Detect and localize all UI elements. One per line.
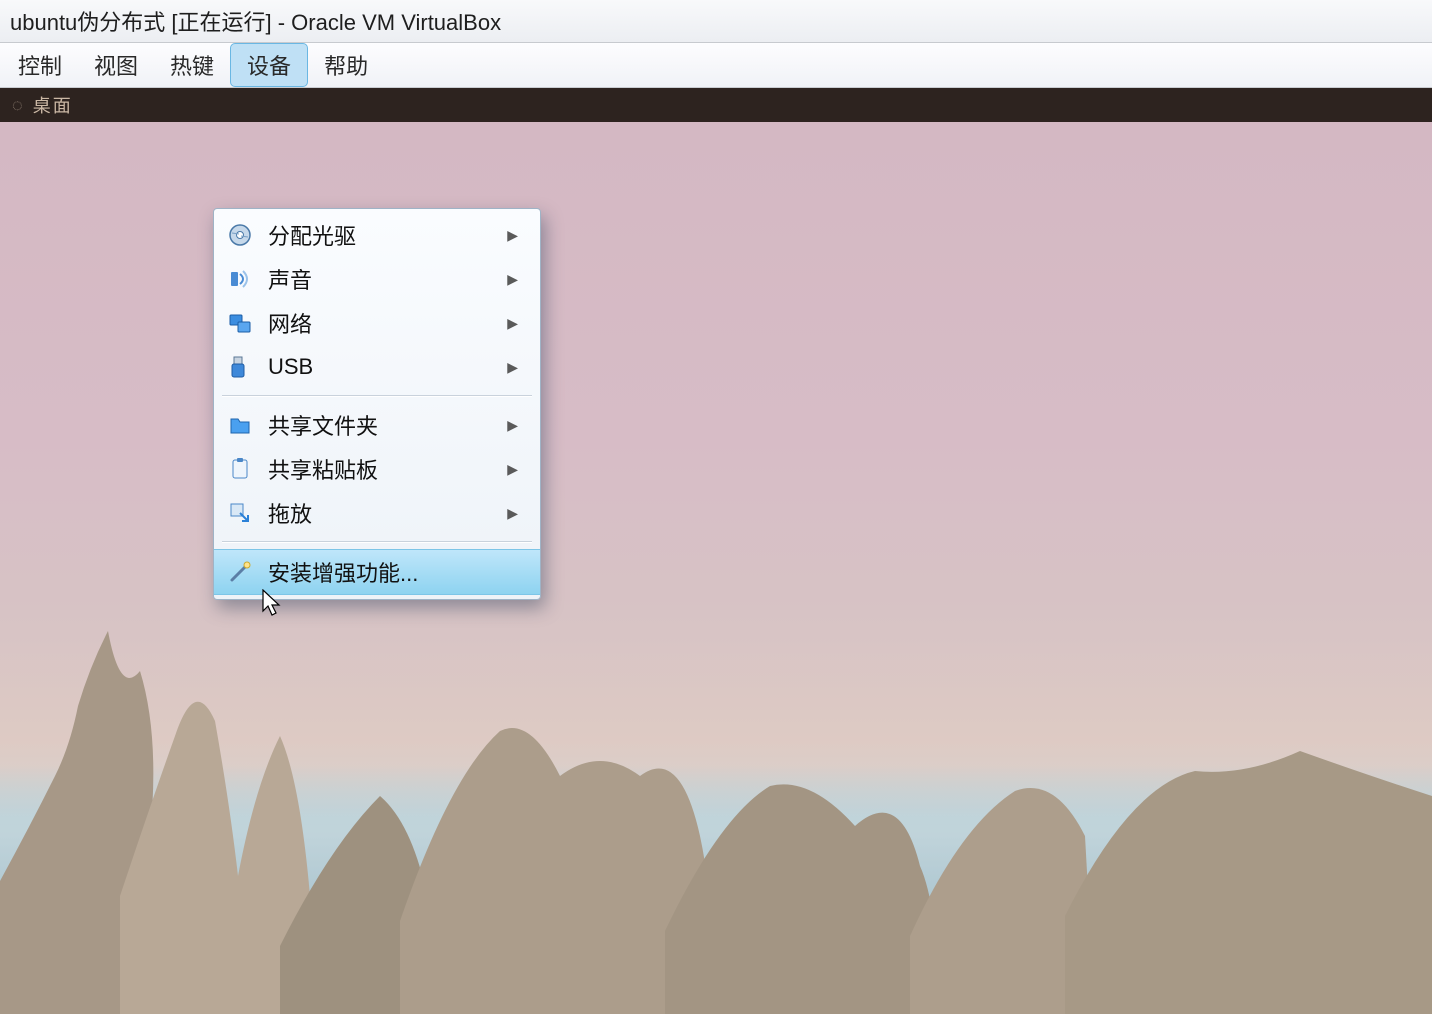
menu-help[interactable]: 帮助 bbox=[308, 43, 384, 87]
wand-icon bbox=[226, 558, 254, 586]
drag-drop-icon bbox=[226, 499, 254, 527]
submenu-arrow-icon: ▶ bbox=[507, 417, 518, 434]
guest-topbar-label: 桌面 bbox=[33, 92, 73, 118]
menu-view[interactable]: 视图 bbox=[78, 43, 154, 87]
audio-icon bbox=[226, 265, 254, 293]
menu-item-install-guest-additions[interactable]: 安装增强功能... bbox=[214, 549, 540, 595]
menu-item-label: 安装增强功能... bbox=[268, 556, 518, 588]
menu-hotkeys[interactable]: 热键 bbox=[154, 43, 230, 87]
menu-item-optical-drives[interactable]: 分配光驱 ▶ bbox=[214, 213, 540, 257]
disc-icon bbox=[226, 221, 254, 249]
usb-icon bbox=[226, 353, 254, 381]
clipboard-icon bbox=[226, 455, 254, 483]
menu-item-label: 拖放 bbox=[268, 497, 507, 529]
menu-item-shared-clipboard[interactable]: 共享粘贴板 ▶ bbox=[214, 447, 540, 491]
window-title: ubuntu伪分布式 [正在运行] - Oracle VM VirtualBox bbox=[10, 5, 501, 37]
menu-item-audio[interactable]: 声音 ▶ bbox=[214, 257, 540, 301]
window-titlebar: ubuntu伪分布式 [正在运行] - Oracle VM VirtualBox bbox=[0, 0, 1432, 43]
guest-topbar: ◌ 桌面 bbox=[0, 88, 1432, 122]
menu-item-label: 分配光驱 bbox=[268, 219, 507, 251]
menu-devices[interactable]: 设备 bbox=[230, 43, 308, 87]
menu-item-label: USB bbox=[268, 354, 507, 380]
folder-icon bbox=[226, 411, 254, 439]
menu-item-usb[interactable]: USB ▶ bbox=[214, 345, 540, 389]
submenu-arrow-icon: ▶ bbox=[507, 359, 518, 376]
menu-item-network[interactable]: 网络 ▶ bbox=[214, 301, 540, 345]
submenu-arrow-icon: ▶ bbox=[507, 505, 518, 522]
wallpaper-rocks bbox=[0, 576, 1432, 1014]
menu-item-drag-and-drop[interactable]: 拖放 ▶ bbox=[214, 491, 540, 535]
menu-item-label: 声音 bbox=[268, 263, 507, 295]
menu-separator bbox=[222, 541, 532, 543]
ubuntu-icon: ◌ bbox=[12, 95, 25, 116]
submenu-arrow-icon: ▶ bbox=[507, 461, 518, 478]
network-icon bbox=[226, 309, 254, 337]
menubar: 控制 视图 热键 设备 帮助 bbox=[0, 43, 1432, 88]
submenu-arrow-icon: ▶ bbox=[507, 227, 518, 244]
devices-dropdown: 分配光驱 ▶ 声音 ▶ 网络 ▶ USB ▶ bbox=[213, 208, 541, 600]
menu-item-label: 共享文件夹 bbox=[268, 409, 507, 441]
submenu-arrow-icon: ▶ bbox=[507, 271, 518, 288]
menu-item-shared-folders[interactable]: 共享文件夹 ▶ bbox=[214, 403, 540, 447]
menu-separator bbox=[222, 395, 532, 397]
menu-item-label: 共享粘贴板 bbox=[268, 453, 507, 485]
menu-item-label: 网络 bbox=[268, 307, 507, 339]
guest-desktop: 分配光驱 ▶ 声音 ▶ 网络 ▶ USB ▶ bbox=[0, 122, 1432, 1014]
submenu-arrow-icon: ▶ bbox=[507, 315, 518, 332]
menu-control[interactable]: 控制 bbox=[2, 43, 78, 87]
